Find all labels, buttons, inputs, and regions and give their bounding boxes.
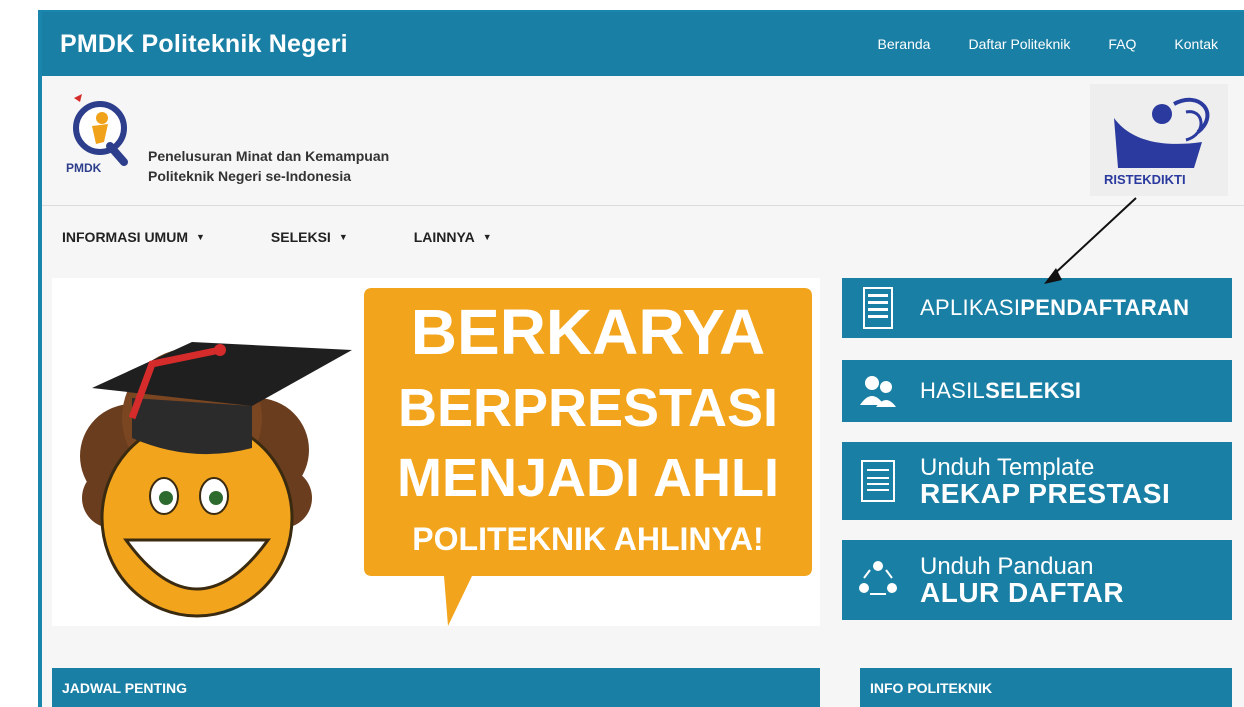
ristekdikti-logo: RISTEKDIKTI bbox=[1090, 84, 1228, 196]
jadwal-penting-header: JADWAL PENTING bbox=[52, 668, 820, 707]
menu-lainnya[interactable]: LAINNYA ▼ bbox=[414, 229, 492, 245]
menu-informasi-umum-label: INFORMASI UMUM bbox=[62, 229, 188, 245]
template-line2: REKAP PRESTASI bbox=[920, 478, 1171, 509]
caret-down-icon: ▼ bbox=[482, 232, 492, 242]
site-header: PMDK Penelusuran Minat dan Kemampuan Pol… bbox=[42, 76, 1244, 206]
mascot-illustration bbox=[80, 342, 352, 618]
pmdk-logo[interactable]: PMDK bbox=[64, 92, 138, 178]
top-navbar: PMDK Politeknik Negeri Beranda Daftar Po… bbox=[42, 12, 1244, 76]
caret-down-icon: ▼ bbox=[338, 232, 348, 242]
hero-banner[interactable]: BERKARYA BERPRESTASI MENJADI AHLI POLITE… bbox=[52, 278, 820, 626]
top-nav: Beranda Daftar Politeknik FAQ Kontak bbox=[878, 36, 1218, 52]
hasil-light-label: HASIL bbox=[920, 378, 986, 403]
aplikasi-light-label: APLIKASI bbox=[920, 295, 1021, 320]
tagline-line2: Politeknik Negeri se-Indonesia bbox=[148, 168, 352, 184]
nav-beranda[interactable]: Beranda bbox=[878, 36, 931, 52]
banner-line2: BERPRESTASI bbox=[398, 378, 778, 438]
page-frame: PMDK Politeknik Negeri Beranda Daftar Po… bbox=[38, 10, 1244, 707]
site-tagline: Penelusuran Minat dan Kemampuan Politekn… bbox=[148, 146, 389, 186]
tagline-line1: Penelusuran Minat dan Kemampuan bbox=[148, 148, 390, 164]
menu-lainnya-label: LAINNYA bbox=[413, 229, 475, 245]
hasil-bold-label: SELEKSI bbox=[985, 378, 1082, 403]
menu-informasi-umum[interactable]: INFORMASI UMUM ▼ bbox=[62, 229, 205, 245]
info-politeknik-header: INFO POLITEKNIK bbox=[860, 668, 1232, 707]
nav-faq[interactable]: FAQ bbox=[1108, 36, 1136, 52]
svg-text:PMDK: PMDK bbox=[66, 161, 102, 175]
menu-seleksi-label: SELEKSI bbox=[270, 229, 331, 245]
panduan-label: Unduh Panduan ALUR DAFTAR bbox=[920, 554, 1125, 608]
users-icon bbox=[860, 376, 896, 407]
aplikasi-bold-label: PENDAFTARAN bbox=[1020, 295, 1190, 320]
site-brand[interactable]: PMDK Politeknik Negeri bbox=[60, 30, 348, 59]
main-menu: INFORMASI UMUM ▼ SELEKSI ▼ LAINNYA ▼ bbox=[42, 207, 1244, 267]
nav-daftar-politeknik[interactable]: Daftar Politeknik bbox=[968, 36, 1070, 52]
banner-line1: BERKARYA bbox=[411, 296, 765, 368]
unduh-template-button[interactable]: Unduh Template REKAP PRESTASI bbox=[842, 442, 1232, 520]
caret-down-icon: ▼ bbox=[196, 232, 205, 242]
banner-line3: MENJADI AHLI bbox=[397, 448, 779, 508]
nav-kontak[interactable]: Kontak bbox=[1174, 36, 1218, 52]
hasil-seleksi-button[interactable]: HASIL SELEKSI bbox=[842, 360, 1232, 422]
aplikasi-pendaftaran-button[interactable]: APLIKASI PENDAFTARAN bbox=[842, 278, 1232, 338]
form-document-icon bbox=[861, 460, 895, 502]
menu-seleksi[interactable]: SELEKSI ▼ bbox=[271, 229, 348, 245]
svg-text:RISTEKDIKTI: RISTEKDIKTI bbox=[1104, 172, 1186, 187]
banner-line4: POLITEKNIK AHLINYA! bbox=[412, 521, 763, 557]
unduh-panduan-button[interactable]: Unduh Panduan ALUR DAFTAR bbox=[842, 540, 1232, 620]
panduan-line2: ALUR DAFTAR bbox=[920, 577, 1125, 608]
cycle-flow-icon bbox=[859, 561, 897, 595]
template-label: Unduh Template REKAP PRESTASI bbox=[920, 455, 1171, 509]
ristekdikti-emblem-icon: RISTEKDIKTI bbox=[1104, 97, 1210, 187]
document-list-icon bbox=[863, 287, 893, 329]
